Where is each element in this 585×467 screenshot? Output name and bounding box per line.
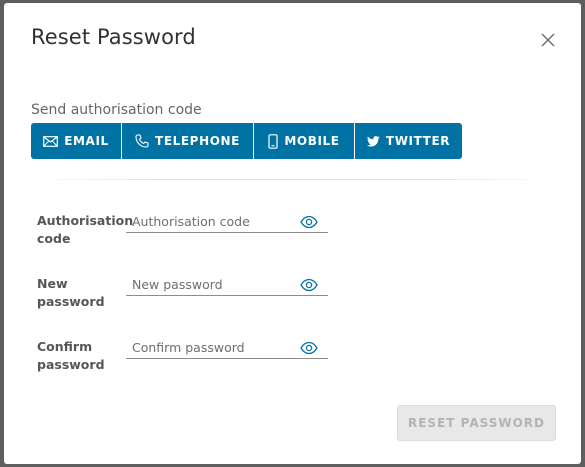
eye-icon[interactable] [300, 277, 318, 292]
confirm-password-label: Confirm password [37, 339, 105, 372]
auth-code-label: Authorisation code [37, 213, 134, 246]
reset-password-modal: Reset Password Send authorisation code E… [4, 3, 581, 464]
envelope-icon [43, 135, 59, 147]
twitter-button-label: TWITTER [385, 134, 451, 148]
email-button-label: EMAIL [64, 134, 109, 148]
email-button[interactable]: EMAIL [31, 123, 122, 159]
send-code-label: Send authorisation code [31, 102, 202, 118]
new-password-field [126, 274, 328, 296]
mobile-button-label: MOBILE [284, 134, 340, 148]
telephone-button[interactable]: TELEPHONE [122, 123, 254, 159]
auth-code-input[interactable] [132, 211, 297, 231]
eye-icon[interactable] [300, 340, 318, 355]
new-password-label: New password [37, 276, 105, 309]
twitter-button[interactable]: TWITTER [355, 123, 462, 159]
modal-title: Reset Password [31, 25, 196, 49]
close-icon[interactable] [539, 31, 557, 49]
section-divider [56, 179, 530, 180]
telephone-button-label: TELEPHONE [155, 134, 240, 148]
mobile-button[interactable]: MOBILE [254, 123, 355, 159]
reset-password-button[interactable]: RESET PASSWORD [397, 405, 556, 441]
new-password-input[interactable] [132, 274, 297, 294]
auth-code-field [126, 211, 328, 233]
eye-icon[interactable] [300, 214, 318, 229]
confirm-password-input[interactable] [132, 337, 297, 357]
send-code-button-group: EMAIL TELEPHONE MOBILE TWITTER [31, 123, 462, 159]
mobile-icon [268, 133, 278, 149]
twitter-icon [366, 135, 380, 147]
confirm-password-field [126, 337, 328, 359]
phone-icon [135, 134, 149, 148]
